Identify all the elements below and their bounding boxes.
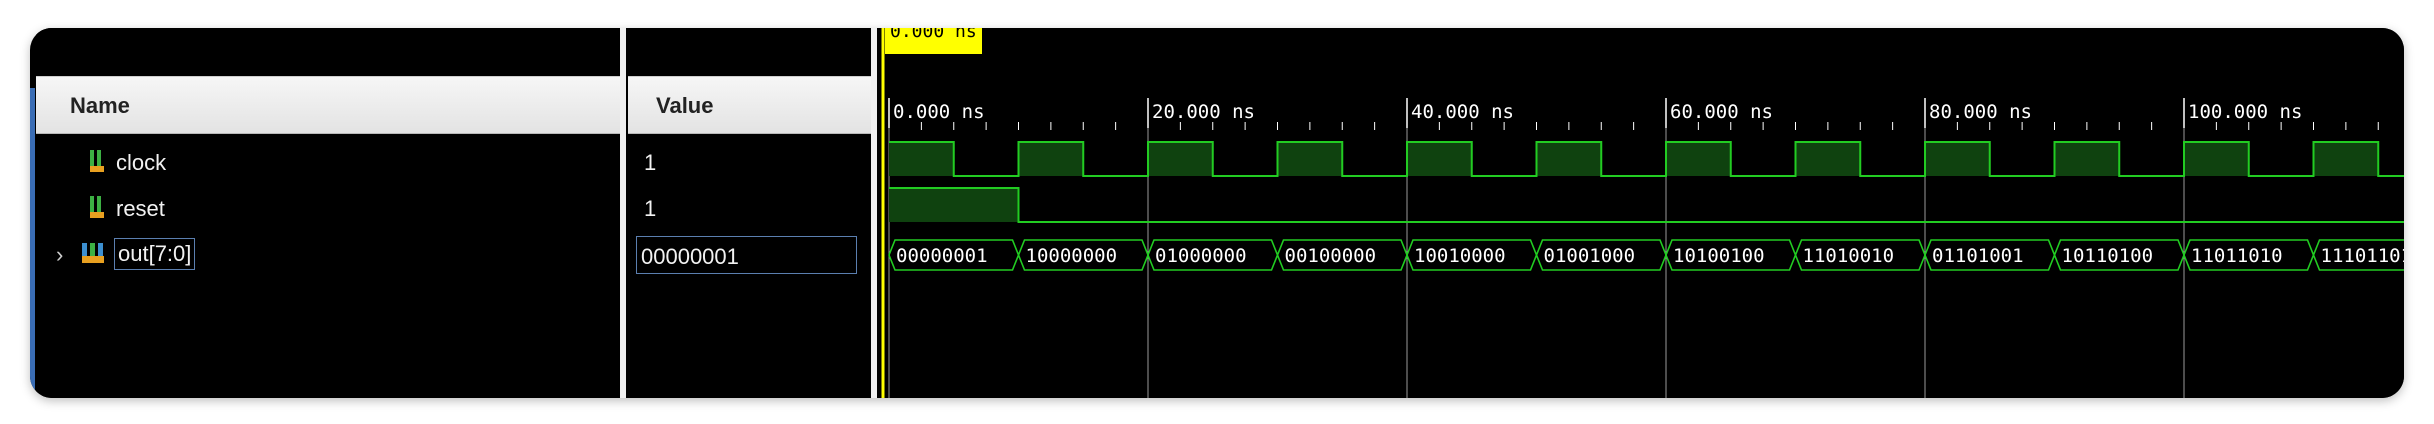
wave-splitter[interactable] [871, 28, 877, 398]
clock-high-fill [1795, 142, 1861, 176]
value-column-title: Value [656, 93, 714, 118]
cursor-time-label: 0.000 ns [885, 28, 982, 54]
clock-high-fill [1277, 142, 1343, 176]
clock-high-fill [1925, 142, 1990, 176]
bus-value-label: 01101001 [1932, 245, 2024, 267]
bus-value-label: 10110100 [2062, 245, 2154, 267]
bus-value-label: 10010000 [1414, 245, 1506, 267]
signal-name: reset [116, 196, 165, 221]
waveform-panel[interactable]: 0.000 ns 20.000 ns 40.000 ns 60.000 ns 80.00… [879, 28, 2404, 398]
signal-row-clock[interactable]: clock [36, 140, 620, 186]
tick-label: 60.000 ns [1670, 101, 1773, 123]
signal-value: 1 [644, 150, 657, 175]
tick-label: 80.000 ns [1929, 101, 2032, 123]
bus-value-label: 00100000 [1285, 245, 1377, 267]
clock-high-fill [1536, 142, 1602, 176]
signal-row-reset[interactable]: reset [36, 186, 620, 232]
tick-label: 20.000 ns [1152, 101, 1255, 123]
bus-icon [82, 243, 104, 263]
signal-row-out[interactable]: › out[7:0] [36, 232, 620, 278]
signal-name: clock [116, 150, 167, 175]
cursor-time-text: 0.000 ns [890, 28, 977, 42]
signal-name: out[7:0] [114, 238, 196, 270]
bus-value-label: 11011010 [2191, 245, 2283, 267]
tick-label: 40.000 ns [1411, 101, 1514, 123]
bus-value-label: 00000001 [896, 245, 988, 267]
bus-value-label: 10000000 [1026, 245, 1118, 267]
name-header-spacer [36, 28, 620, 76]
value-header-spacer [628, 28, 871, 76]
tick-label: 0.000 ns [893, 101, 985, 123]
signal-value: 00000001 [641, 244, 739, 269]
bus-value-label: 01001000 [1544, 245, 1636, 267]
expand-chevron-icon[interactable]: › [56, 242, 63, 268]
clock-high-fill [2184, 142, 2249, 176]
column-splitter[interactable] [620, 28, 626, 398]
value-column-header[interactable]: Value [628, 76, 871, 134]
tick-label: 100.000 ns [2188, 101, 2302, 123]
clock-high-fill [1407, 142, 1472, 176]
value-field[interactable]: 00000001 [636, 236, 857, 274]
clock-high-fill [1018, 142, 1084, 176]
clock-waveform [889, 141, 2404, 177]
bus-value-label: 11010010 [1803, 245, 1895, 267]
value-row-clock: 1 [628, 140, 871, 186]
value-panel: Value 1 1 00000001 [628, 28, 871, 398]
clock-high-fill [1666, 142, 1731, 176]
waveform-window: Name clock reset › out[7:0] Value 1 1 00… [30, 28, 2404, 398]
waveform-canvas[interactable]: 0.000 ns 20.000 ns 40.000 ns 60.000 ns 80.00… [879, 28, 2404, 398]
name-panel: Name clock reset › out[7:0] [36, 28, 620, 398]
bus-value-label: 10100100 [1673, 245, 1765, 267]
clock-high-fill [1148, 142, 1213, 176]
bus-value-label: 01000000 [1155, 245, 1247, 267]
clock-high-fill [889, 142, 954, 176]
reset-high-fill [889, 188, 1019, 222]
value-row-out[interactable]: 00000001 [628, 232, 871, 278]
signal-icon [90, 196, 104, 218]
name-column-title: Name [70, 93, 130, 118]
clock-high-fill [2054, 142, 2120, 176]
signal-icon [90, 150, 104, 172]
name-column-header[interactable]: Name [36, 76, 620, 134]
signal-value: 1 [644, 196, 657, 221]
bus-value-label: 11101101 [2321, 245, 2405, 267]
clock-high-fill [2313, 142, 2379, 176]
value-row-reset: 1 [628, 186, 871, 232]
reset-waveform [889, 187, 2404, 223]
